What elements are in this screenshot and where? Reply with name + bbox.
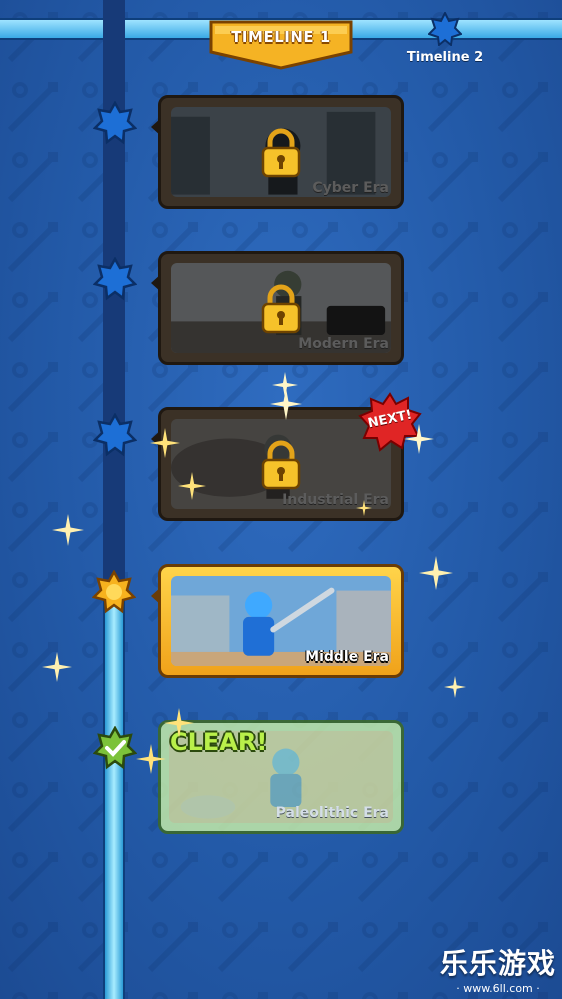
sparkle-icon (444, 676, 466, 698)
check-node-icon (93, 726, 137, 770)
watermark-url: · www.6ll.com · (456, 982, 540, 995)
era-card-cyber[interactable]: Cyber Era (151, 95, 404, 209)
star-node-icon (93, 257, 137, 301)
sparkle-icon (178, 472, 206, 500)
watermark-text: 乐乐游戏 (439, 947, 556, 980)
sun-node-icon (92, 570, 136, 614)
sparkle-icon (164, 708, 194, 738)
lock-icon (261, 440, 301, 490)
era-label: Industrial Era (282, 492, 389, 508)
star-node-icon (93, 101, 137, 145)
tab-timeline-2[interactable]: Timeline 2 (405, 50, 485, 65)
card-pointer (151, 118, 161, 136)
card-pointer (151, 274, 161, 292)
lock-icon (261, 284, 301, 334)
era-label: Cyber Era (312, 180, 389, 196)
sparkle-icon (42, 652, 72, 682)
star-node-icon (93, 413, 137, 457)
sparkle-icon (270, 388, 302, 420)
sparkle-icon (136, 744, 166, 774)
era-card-middle[interactable]: Middle Era (151, 564, 404, 678)
card-pointer (151, 587, 161, 605)
sparkle-icon (404, 424, 434, 454)
tab-timeline-1[interactable]: TIMELINE 1 (207, 18, 355, 70)
sparkle-icon (150, 428, 180, 458)
era-label: Paleolithic Era (275, 805, 389, 821)
tab-label: TIMELINE 1 (231, 28, 331, 46)
sparkle-icon (419, 556, 453, 590)
watermark: 乐乐游戏 · www.6ll.com · (440, 942, 556, 995)
era-card-modern[interactable]: Modern Era (151, 251, 404, 365)
sparkle-icon (356, 500, 372, 516)
timeline-2-star-icon[interactable] (427, 10, 463, 47)
era-label: Modern Era (298, 336, 389, 352)
sparkle-icon (52, 514, 84, 546)
era-label: Middle Era (305, 649, 389, 665)
track-unlocked (103, 590, 125, 999)
lock-icon (261, 128, 301, 178)
